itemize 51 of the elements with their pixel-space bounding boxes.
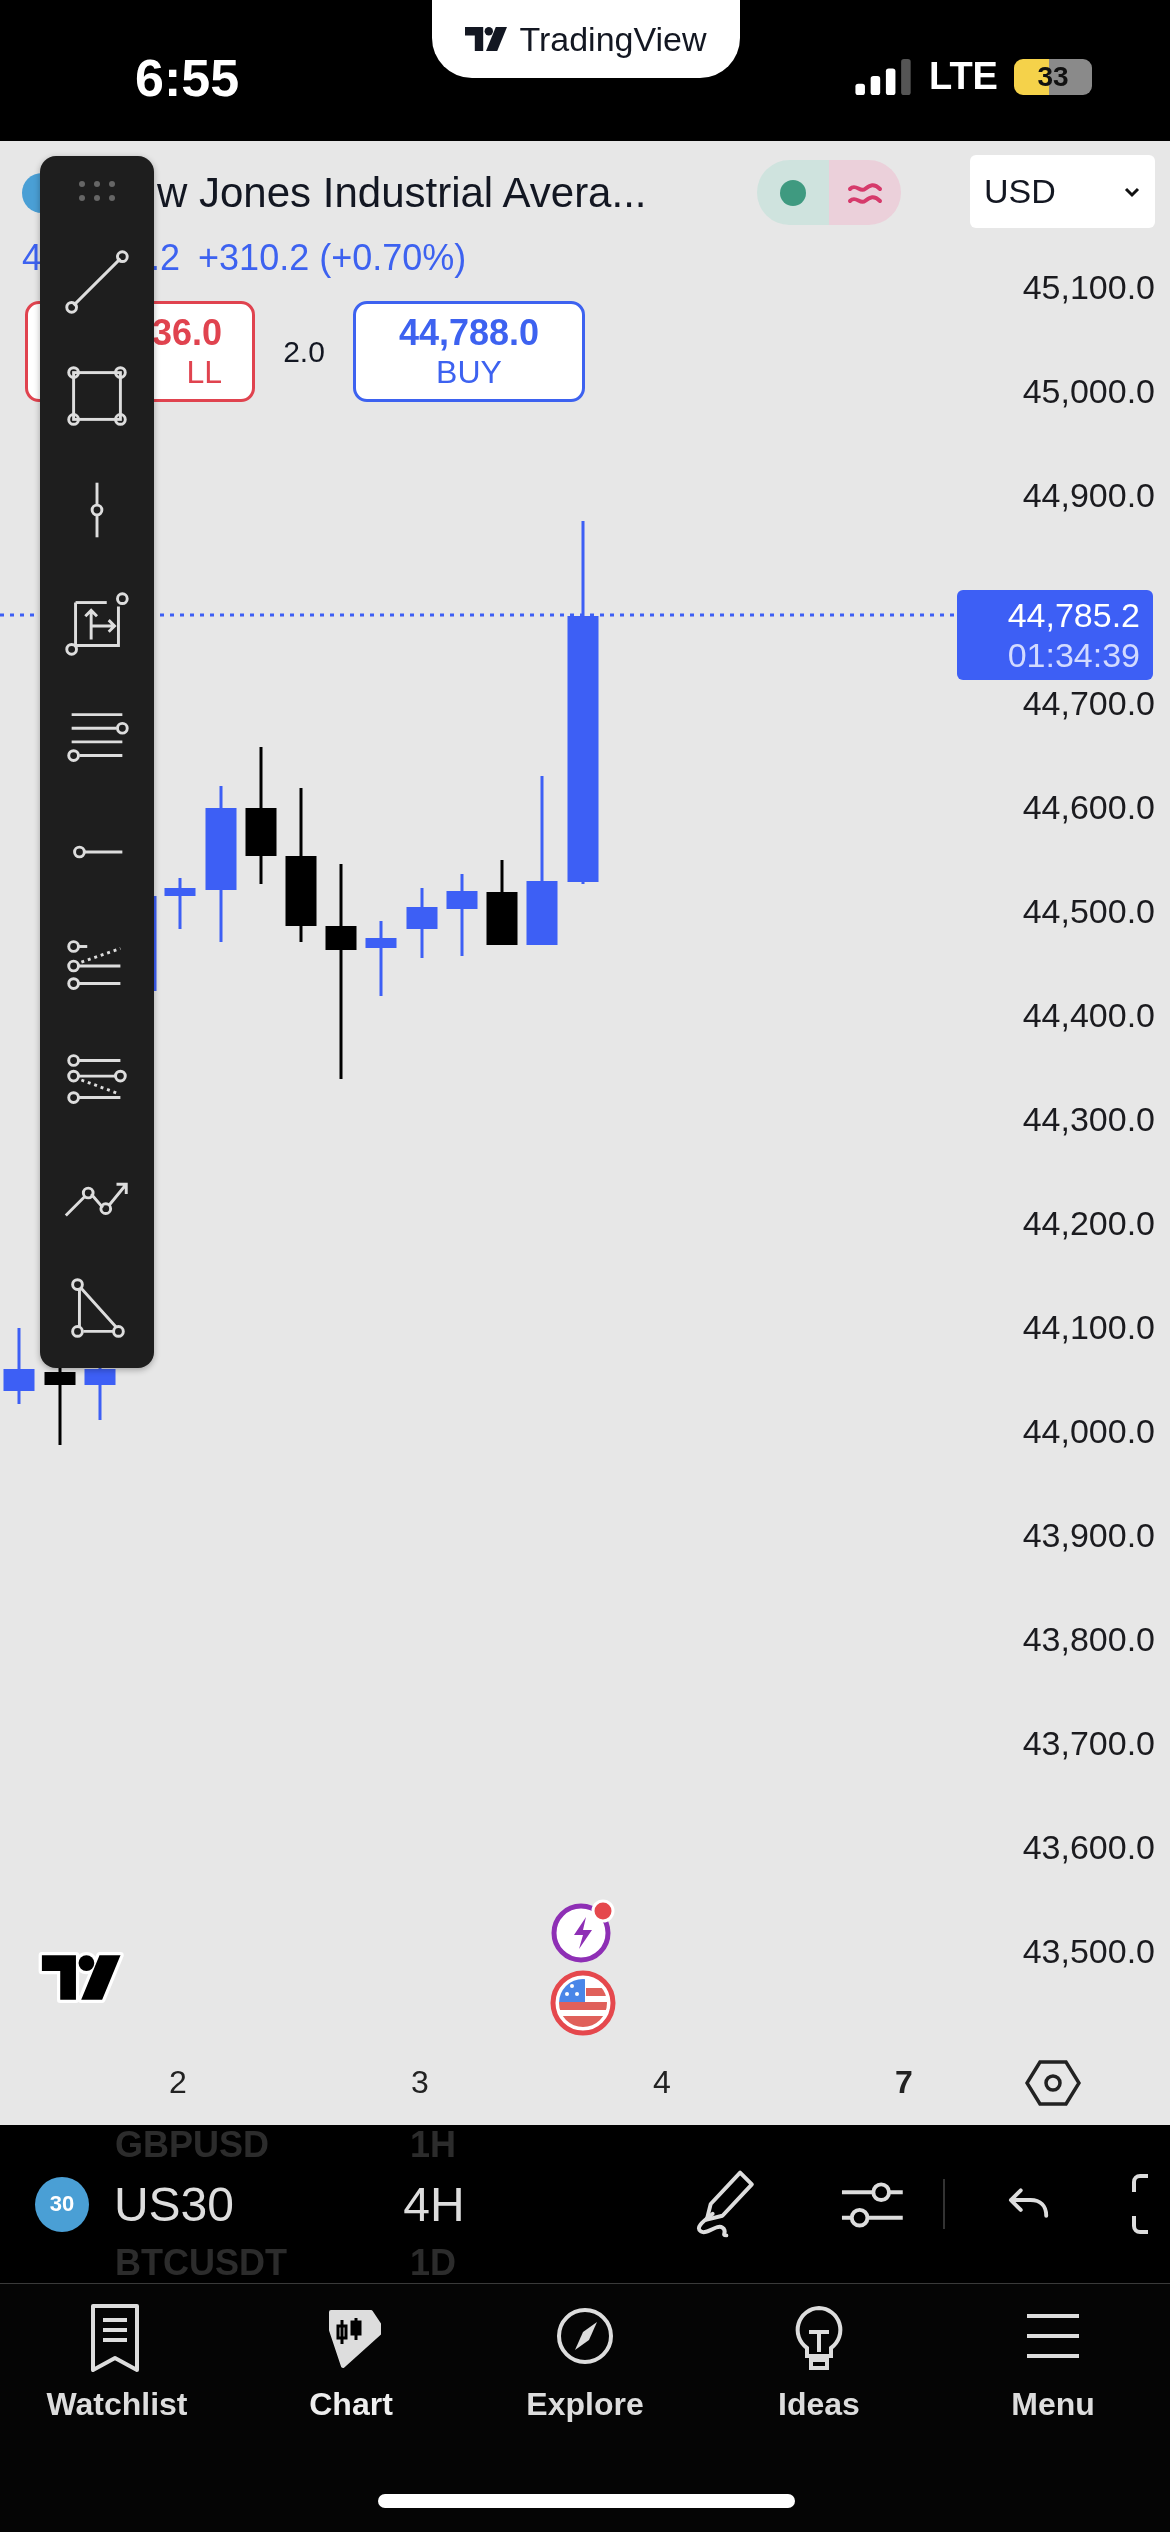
price-change-text: +310.2 (+0.70%) [198,237,467,279]
candle-countdown: 01:34:39 [1007,635,1140,675]
price-axis-label: 44,700.0 [1022,683,1155,723]
price-axis-label: 44,600.0 [1022,787,1155,827]
price-axis-label: 44,100.0 [1022,1307,1155,1347]
price-axis-label: 44,500.0 [1022,891,1155,931]
symbol-badge: 30 [35,2176,89,2232]
price-axis-label: 43,600.0 [1022,1827,1155,1867]
price-axis-label: 43,500.0 [1022,1931,1155,1971]
market-status-toggle[interactable] [757,160,901,225]
price-axis-label: 43,900.0 [1022,1515,1155,1555]
time-axis-label: 4 [653,2064,671,2101]
tab[interactable]: Explore [468,2302,702,2423]
network-label: LTE [929,55,998,98]
price-axis-label: 45,100.0 [1022,267,1155,307]
tab[interactable]: Menu [936,2302,1170,2423]
price-change-text: .2 [150,237,181,279]
currency-dropdown[interactable]: USD [970,155,1155,228]
price-change-text: 4 [22,237,43,279]
banner-title: TradingView [519,19,707,59]
interval-picker[interactable]: 4H [403,2176,696,2232]
drag-handle-icon[interactable] [77,178,117,203]
candle [406,888,438,958]
chevron-down-icon [1123,185,1141,198]
clock-time: 6:55 [135,48,240,108]
time-axis-label: 7 [895,2064,913,2101]
candle [164,878,196,929]
price-axis-label: 43,800.0 [1022,1619,1155,1659]
price-axis-label: 44,900.0 [1022,475,1155,515]
status-dot-icon [780,179,806,206]
time-axis-label: 3 [411,2064,429,2101]
price-axis-label: 44,000.0 [1022,1411,1155,1451]
symbol-picker[interactable]: US30 [113,2176,404,2232]
tab[interactable]: Chart [234,2302,468,2423]
logo-icon [465,24,508,54]
flag-icon[interactable] [550,1970,617,2037]
tab[interactable]: Watchlist [0,2302,234,2423]
price-axis-label: 43,700.0 [1022,1723,1155,1763]
signal-icon [855,56,913,97]
price-axis-label: 44,200.0 [1022,1203,1155,1243]
last-price-value: 44,785.2 [1007,595,1140,635]
price-axis-label: 44,400.0 [1022,995,1155,1035]
buy-button[interactable]: 44,788.0 BUY [353,301,585,402]
lightning-icon[interactable] [550,1897,617,1964]
price-axis-label: 45,000.0 [1022,371,1155,411]
symbol-title[interactable]: w Jones Industrial Avera... [157,168,757,217]
price-axis-label: 44,300.0 [1022,1099,1155,1139]
settings-icon[interactable] [1025,2057,1081,2108]
time-axis-label: 2 [169,2064,187,2101]
spread-value: 2.0 [282,334,326,369]
tab[interactable]: Ideas [702,2302,936,2423]
